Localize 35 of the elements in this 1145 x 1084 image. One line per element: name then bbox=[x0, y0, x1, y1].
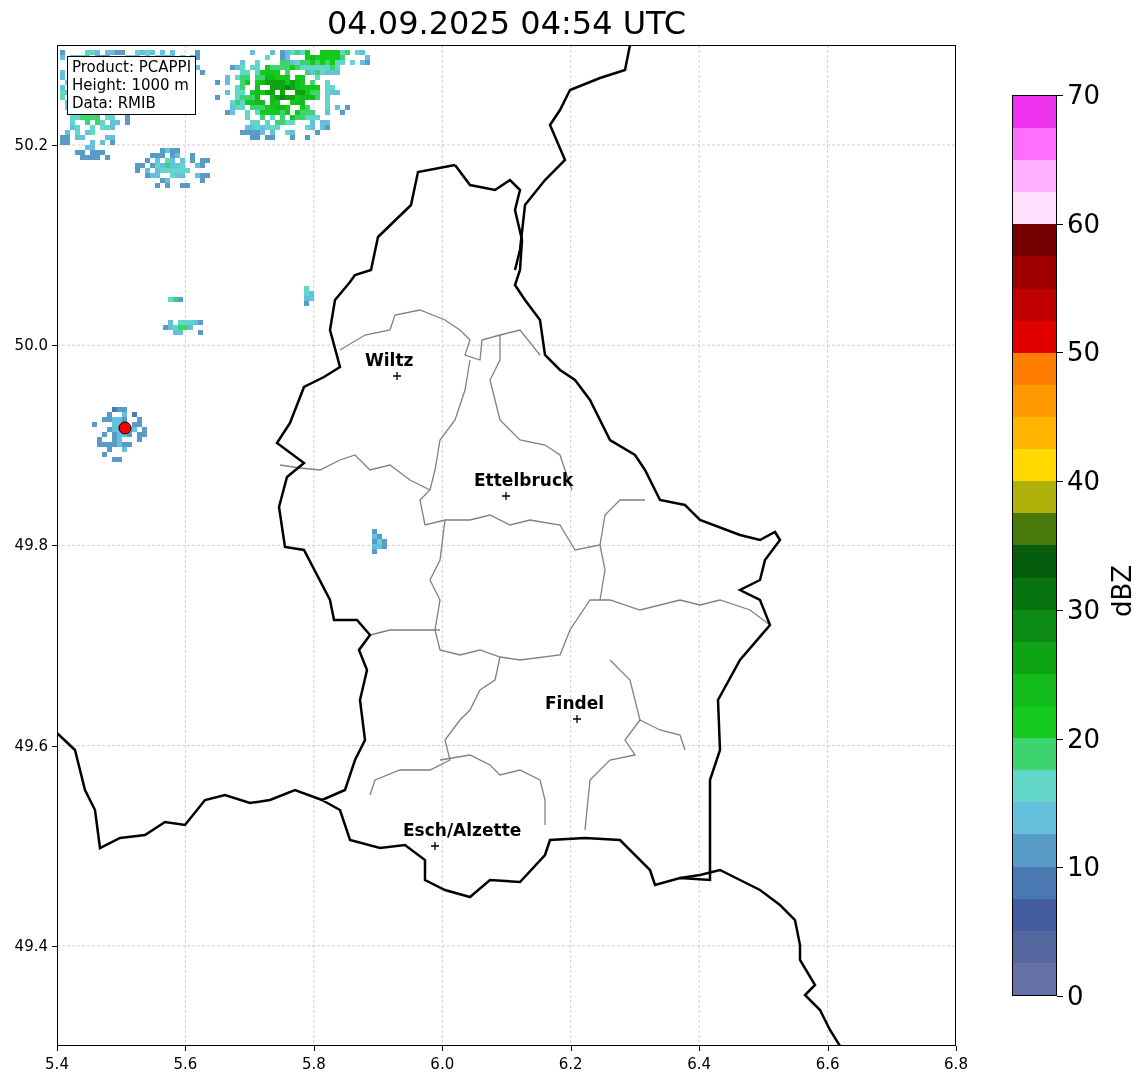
axis-label: dBZ bbox=[1107, 564, 1137, 618]
tick-label: 49.8 bbox=[14, 536, 48, 555]
city-label: Findel bbox=[545, 693, 605, 713]
tick-label: 20 bbox=[1067, 723, 1101, 754]
tick-label: 5.4 bbox=[45, 1055, 69, 1073]
info-line: Data: RMIB bbox=[72, 94, 157, 112]
plus-icon bbox=[501, 491, 511, 501]
plus-icon bbox=[430, 841, 440, 851]
tick-label: 49.6 bbox=[14, 736, 48, 755]
tick-label: 6.4 bbox=[687, 1055, 712, 1073]
radar-site-marker bbox=[118, 421, 132, 435]
tick-label: 49.4 bbox=[14, 936, 48, 955]
city-label: Esch/Alzette bbox=[403, 820, 522, 840]
tick-label: 5.8 bbox=[301, 1055, 326, 1073]
tick-label: 30 bbox=[1067, 594, 1101, 625]
city-label: Wiltz bbox=[365, 350, 414, 370]
tick-label: 50.2 bbox=[14, 136, 48, 154]
city-label: Ettelbruck bbox=[474, 470, 574, 490]
info-line: Product: PCAPPI bbox=[72, 58, 192, 76]
tick-label: 40 bbox=[1067, 466, 1101, 497]
plus-icon bbox=[392, 371, 402, 381]
tick-label: 70 bbox=[1067, 80, 1101, 110]
tick-label: 50.0 bbox=[14, 336, 48, 355]
tick-label: 0 bbox=[1067, 981, 1084, 1011]
chart-title: 04.09.2025 04:54 UTC bbox=[326, 3, 687, 42]
tick-label: 6.6 bbox=[815, 1055, 840, 1073]
tick-label: 5.6 bbox=[173, 1055, 198, 1073]
info-line: Height: 1000 m bbox=[72, 76, 190, 94]
tick-label: 6.0 bbox=[430, 1055, 455, 1073]
tick-label: 10 bbox=[1067, 852, 1101, 883]
tick-label: 6.2 bbox=[558, 1055, 583, 1073]
tick-label: 60 bbox=[1067, 208, 1101, 239]
tick-label: 6.8 bbox=[944, 1055, 968, 1073]
tick-label: 50 bbox=[1067, 337, 1101, 368]
plus-icon bbox=[572, 714, 582, 724]
